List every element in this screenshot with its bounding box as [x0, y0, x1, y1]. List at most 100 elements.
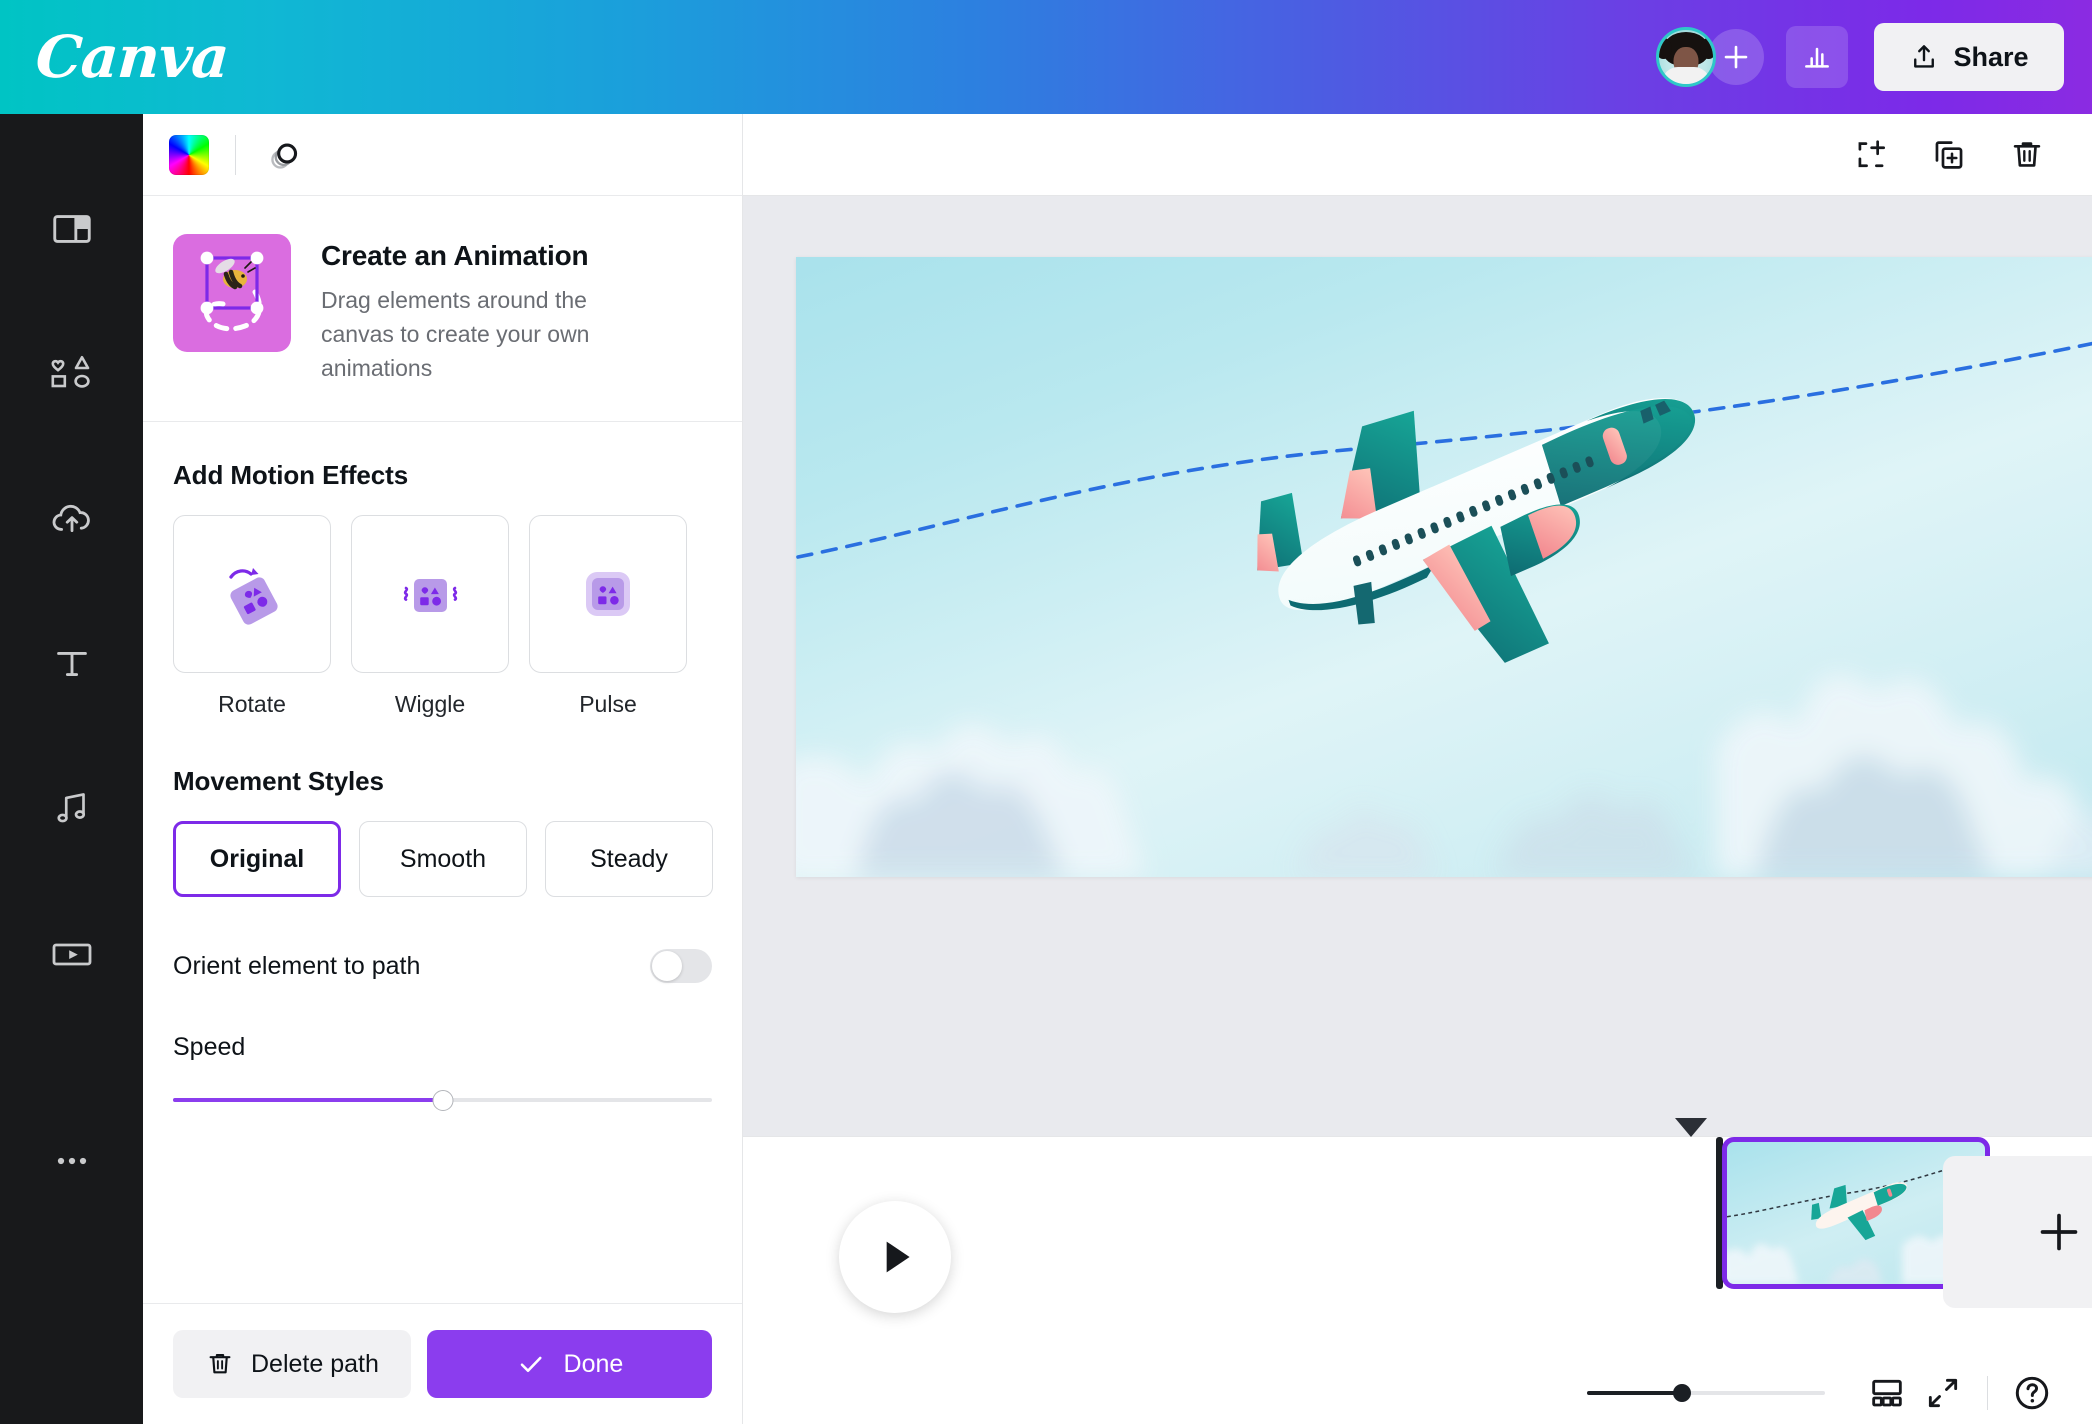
fullscreen-button[interactable] — [1915, 1365, 1971, 1421]
orient-to-path-label: Orient element to path — [173, 952, 420, 981]
left-rail — [0, 114, 143, 1424]
avatar-image — [1656, 27, 1716, 87]
layout-panel-icon — [49, 206, 95, 252]
effect-wiggle-card[interactable] — [351, 515, 509, 673]
effect-pulse-label: Pulse — [529, 691, 687, 718]
app-header: Canva — [0, 0, 2092, 114]
avatar[interactable] — [1656, 27, 1716, 87]
done-label: Done — [564, 1350, 624, 1379]
sidebar-item-elements[interactable] — [0, 301, 143, 446]
zoom-slider-fill — [1587, 1391, 1682, 1395]
plus-icon — [2033, 1206, 2085, 1258]
animation-panel: Create an Animation Drag elements around… — [143, 114, 743, 1424]
effect-wiggle: Wiggle — [351, 515, 509, 718]
bee-path-graphic — [173, 234, 291, 352]
airplane-illustration[interactable] — [1156, 337, 1776, 677]
shapes-icon — [48, 350, 96, 398]
zoom-slider-thumb[interactable] — [1673, 1384, 1691, 1402]
add-member-button[interactable] — [1708, 29, 1764, 85]
rotate-effect-icon — [209, 551, 295, 637]
sidebar-item-audio[interactable] — [0, 736, 143, 881]
ellipsis-icon — [50, 1139, 94, 1183]
delete-path-button[interactable]: Delete path — [173, 1330, 411, 1398]
motion-effects-row: Rotate — [173, 515, 712, 718]
airplane-sky-artboard[interactable] — [796, 257, 2092, 877]
page-grid-icon — [1867, 1373, 1907, 1413]
sidebar-item-uploads[interactable] — [0, 446, 143, 591]
animation-intro-title: Create an Animation — [321, 240, 601, 272]
plus-icon — [1721, 42, 1751, 72]
expand-icon — [1924, 1374, 1962, 1412]
add-page-button[interactable] — [1943, 1156, 2092, 1308]
done-button[interactable]: Done — [427, 1330, 712, 1398]
speed-slider-fill — [173, 1098, 443, 1102]
video-play-icon — [48, 930, 96, 978]
duplicate-page-icon[interactable] — [1930, 136, 1968, 174]
color-picker-swatch[interactable] — [169, 135, 209, 175]
style-option-steady[interactable]: Steady — [545, 821, 713, 897]
delete-path-label: Delete path — [251, 1350, 379, 1379]
orient-to-path-toggle[interactable] — [650, 949, 712, 983]
sidebar-item-design[interactable] — [0, 156, 143, 301]
playhead-marker[interactable] — [1675, 1118, 1707, 1137]
bee-path-thumbnail — [173, 234, 291, 352]
canva-editor-window: Canva — [0, 0, 2092, 1424]
insights-button[interactable] — [1786, 26, 1848, 88]
motion-effects-section: Add Motion Effects — [143, 460, 742, 718]
style-option-original[interactable]: Original — [173, 821, 341, 897]
canvas-stage[interactable] — [743, 196, 2092, 1136]
transparency-icon — [262, 133, 306, 177]
toggle-knob — [652, 951, 682, 981]
zoom-slider[interactable] — [1587, 1384, 1825, 1402]
help-button[interactable] — [2004, 1365, 2060, 1421]
upload-icon — [1909, 42, 1939, 72]
check-icon — [516, 1349, 546, 1379]
panel-toolbar — [143, 114, 742, 196]
share-label: Share — [1953, 42, 2028, 73]
effect-pulse: Pulse — [529, 515, 687, 718]
animation-intro-card: Create an Animation Drag elements around… — [143, 196, 742, 422]
page-grid-button[interactable] — [1859, 1365, 1915, 1421]
speed-label: Speed — [173, 1033, 712, 1062]
orient-to-path-row: Orient element to path — [173, 949, 712, 983]
sidebar-item-text[interactable] — [0, 591, 143, 736]
trash-icon[interactable] — [2008, 136, 2046, 174]
panel-footer: Delete path Done — [143, 1303, 742, 1424]
bar-chart-icon — [1801, 41, 1833, 73]
speed-slider[interactable] — [173, 1090, 712, 1110]
animation-intro-subtitle: Drag elements around the canvas to creat… — [321, 284, 601, 385]
effect-pulse-card[interactable] — [529, 515, 687, 673]
style-option-smooth[interactable]: Smooth — [359, 821, 527, 897]
music-note-icon — [49, 786, 95, 832]
avatar-body — [1662, 67, 1710, 87]
text-t-icon — [49, 641, 95, 687]
movement-styles-heading: Movement Styles — [173, 766, 712, 797]
timeline-bar — [743, 1136, 2092, 1362]
canvas-toolbar — [743, 114, 2092, 196]
panel-body: Create an Animation Drag elements around… — [143, 196, 742, 1303]
wiggle-effect-icon — [387, 551, 473, 637]
effect-wiggle-label: Wiggle — [351, 691, 509, 718]
motion-effects-heading: Add Motion Effects — [173, 460, 712, 491]
zoombar-divider — [1987, 1376, 1988, 1410]
sidebar-item-more[interactable] — [0, 1088, 143, 1233]
animation-intro-text: Create an Animation Drag elements around… — [321, 234, 601, 385]
movement-styles-section: Movement Styles Original Smooth Steady O… — [143, 766, 742, 1110]
trash-icon — [205, 1349, 235, 1379]
effect-rotate: Rotate — [173, 515, 331, 718]
toolbar-divider — [235, 135, 236, 175]
transparency-button[interactable] — [262, 133, 306, 177]
play-icon — [870, 1232, 920, 1282]
cloud-upload-icon — [48, 495, 96, 543]
help-question-icon — [2011, 1372, 2053, 1414]
play-button[interactable] — [839, 1201, 951, 1313]
add-page-icon[interactable] — [1852, 136, 1890, 174]
share-button[interactable]: Share — [1874, 23, 2064, 91]
movement-styles-row: Original Smooth Steady — [173, 821, 712, 897]
effect-rotate-card[interactable] — [173, 515, 331, 673]
canva-logo[interactable]: Canva — [34, 28, 230, 86]
sidebar-item-videos[interactable] — [0, 881, 143, 1026]
thumb-airplane-illustration — [1789, 1168, 1925, 1244]
speed-slider-thumb[interactable] — [432, 1090, 453, 1111]
header-actions: Share — [1656, 23, 2092, 91]
